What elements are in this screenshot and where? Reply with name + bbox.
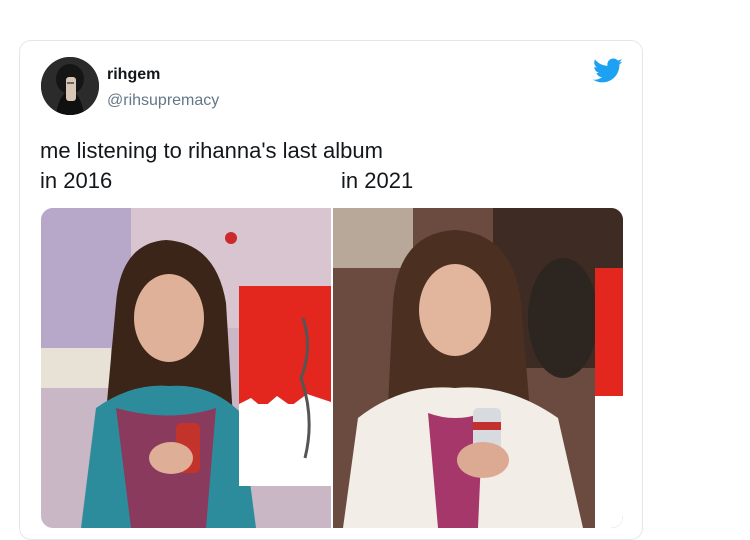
media-image-2016[interactable] xyxy=(41,208,331,528)
tweet-card[interactable]: rihgem @rihsupremacy me listening to rih… xyxy=(19,40,643,540)
caption-2016: in 2016 xyxy=(40,168,113,193)
avatar[interactable] xyxy=(41,57,99,115)
media-image-2021[interactable] xyxy=(333,208,623,528)
twitter-bird-icon[interactable] xyxy=(593,58,623,84)
tweet-text-line: me listening to rihanna's last album xyxy=(40,138,383,163)
caption-2021: in 2021 xyxy=(341,168,414,193)
tweet-media[interactable] xyxy=(41,208,623,528)
tweet-text: me listening to rihanna's last album in … xyxy=(40,136,620,196)
username-handle[interactable]: @rihsupremacy xyxy=(107,91,219,111)
display-name[interactable]: rihgem xyxy=(107,65,160,85)
